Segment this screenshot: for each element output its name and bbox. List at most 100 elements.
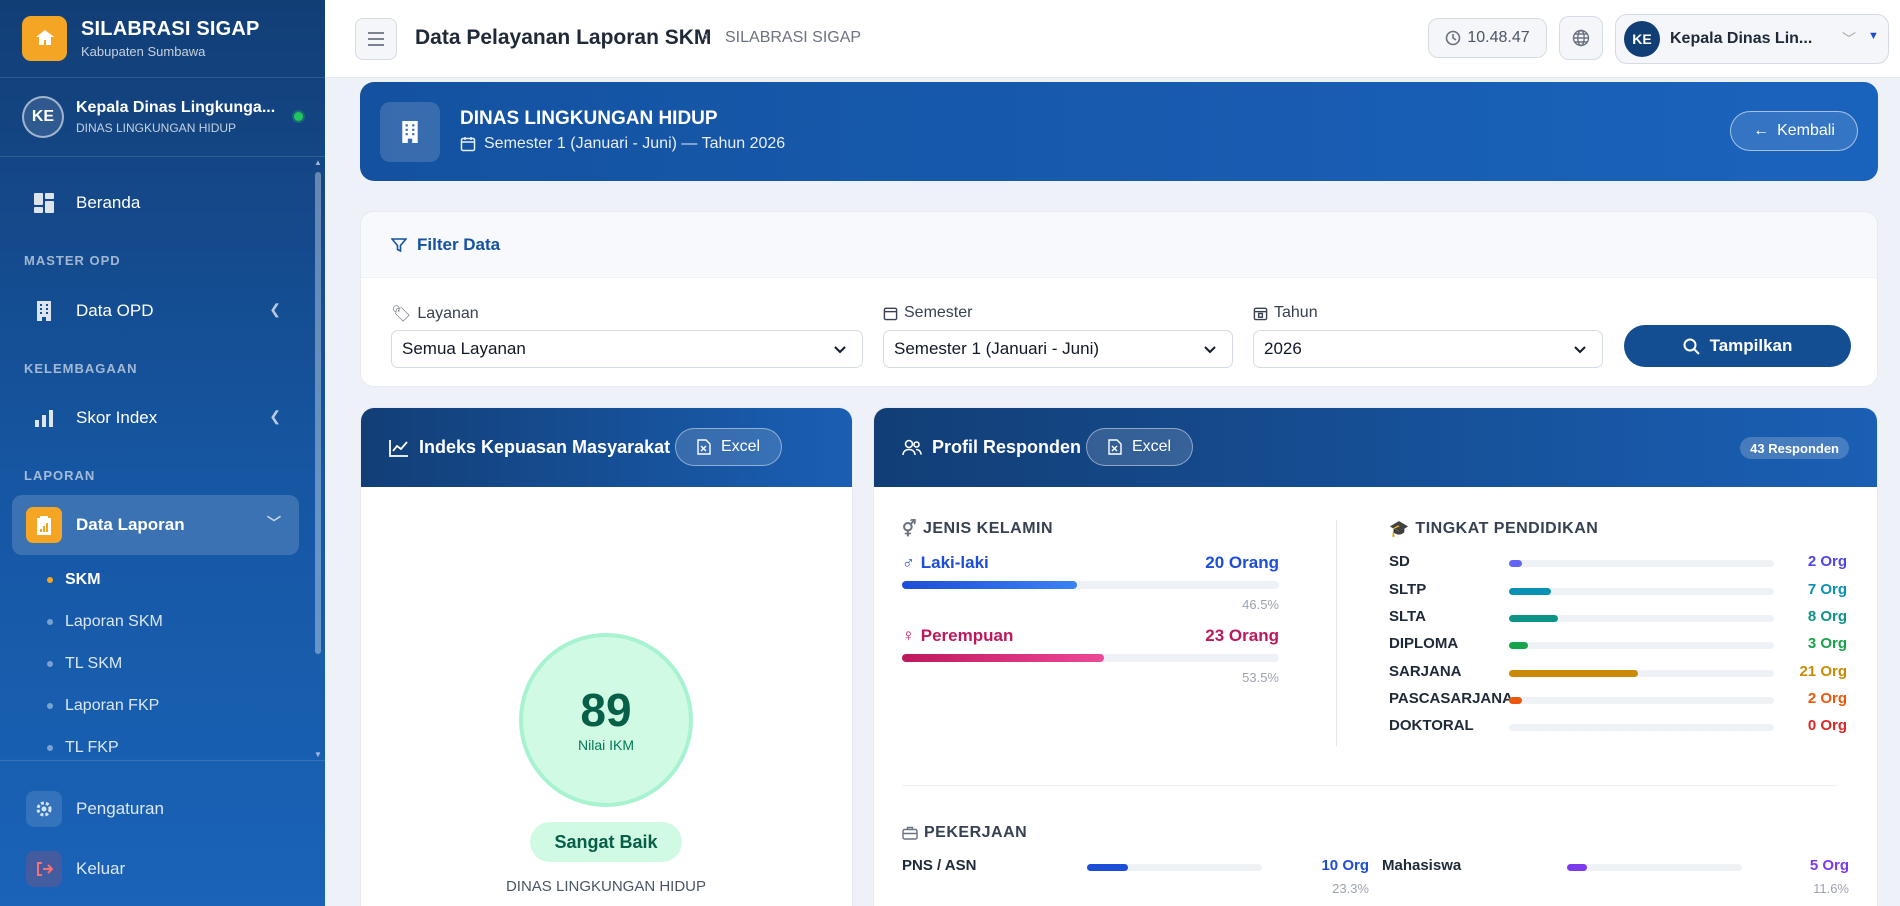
scroll-down-icon[interactable]: ▼ <box>314 750 322 759</box>
male-icon: ♂ <box>902 553 915 572</box>
home-hand-icon <box>22 16 67 61</box>
gear-icon <box>26 791 62 827</box>
caret-down-icon: ▼ <box>1868 30 1879 42</box>
education-row: SLTP 7 Org <box>1389 581 1847 598</box>
clock-time: 10.48.47 <box>1467 29 1530 46</box>
clock-icon <box>1446 30 1461 46</box>
building-icon <box>380 102 440 162</box>
tahun-label: Tahun <box>1253 304 1318 322</box>
chevron-right-icon: › <box>703 28 709 45</box>
gender-row-male: ♂ Laki-laki 20 Orang 46.5% <box>902 553 1279 613</box>
opd-banner: DINAS LINGKUNGAN HIDUP Semester 1 (Janua… <box>360 82 1878 181</box>
ikm-category-badge: Sangat Baik <box>530 822 682 862</box>
page-title: Data Pelayanan Laporan SKM <box>415 26 712 49</box>
sidebar-item-skor-index[interactable]: Skor Index ❮ <box>12 388 299 448</box>
logout-icon <box>26 851 62 887</box>
job-row: Mahasiswa 5 Org 11.6% <box>1382 857 1849 896</box>
settings-link[interactable]: Pengaturan <box>26 791 164 827</box>
logout-label: Keluar <box>76 859 126 878</box>
building-icon <box>32 299 56 323</box>
back-button[interactable]: ← Kembali <box>1730 111 1858 151</box>
search-icon <box>1683 338 1700 355</box>
breadcrumb[interactable]: SILABRASI SIGAP <box>725 29 861 47</box>
education-bar <box>1509 670 1639 677</box>
ikm-excel-button[interactable]: Excel <box>675 428 782 466</box>
ikm-score-circle: 89 Nilai IKM <box>519 633 693 807</box>
profil-excel-button[interactable]: Excel <box>1086 428 1193 466</box>
brand-title: SILABRASI SIGAP <box>81 18 260 40</box>
column-divider <box>1336 520 1337 746</box>
gender-icon: ⚥ <box>902 521 917 538</box>
layanan-select[interactable]: Semua Layanan <box>391 330 863 368</box>
gender-track <box>902 654 1279 662</box>
chevron-down-icon <box>1574 346 1586 354</box>
language-button[interactable] <box>1559 16 1603 60</box>
profil-body: ⚥ JENIS KELAMIN ♂ Laki-laki 20 Orang 46.5%… <box>874 487 1877 906</box>
calendar-icon <box>883 307 898 320</box>
top-header: Data Pelayanan Laporan SKM › SILABRASI S… <box>325 0 1900 78</box>
user-menu-button[interactable]: KE Kepala Dinas Lin... ﹀ ▼ <box>1615 14 1889 64</box>
sidebar-item-data-laporan[interactable]: Data Laporan ﹀ <box>12 495 299 555</box>
user-menu-name: Kepala Dinas Lin... <box>1670 30 1813 47</box>
profil-card-title: Profil Responden <box>902 437 1081 458</box>
sidebar-subitem-laporan-fkp[interactable]: Laporan FKP <box>47 697 159 715</box>
profil-card-header: Profil Responden Excel 43 Responden <box>874 408 1877 487</box>
filter-title: Filter Data <box>417 234 501 254</box>
globe-icon <box>1572 29 1590 47</box>
online-status-dot <box>294 112 303 121</box>
brand: SILABRASI SIGAP Kabupaten Sumbawa <box>0 0 325 78</box>
job-bar <box>1567 864 1588 871</box>
ikm-value-label: Nilai IKM <box>577 737 634 753</box>
sidebar-item-data-opd[interactable]: Data OPD ❮ <box>12 281 299 341</box>
calendar-icon <box>460 137 476 152</box>
sidebar-subitem-tl-fkp[interactable]: TL FKP <box>47 739 119 757</box>
scrollbar-thumb[interactable] <box>315 172 321 654</box>
gender-value: 23 Orang <box>1205 626 1279 645</box>
brand-subtitle: Kabupaten Sumbawa <box>81 44 206 59</box>
education-row: DIPLOMA 3 Org <box>1389 635 1847 652</box>
sidebar-subitem-laporan-skm[interactable]: Laporan SKM <box>47 613 163 631</box>
sidebar-user[interactable]: KE Kepala Dinas Lingkunga... DINAS LINGK… <box>0 78 325 157</box>
chevron-down-icon: ﹀ <box>1842 31 1856 47</box>
chevron-down-icon <box>834 346 846 354</box>
avatar: KE <box>22 96 64 138</box>
menu-toggle-button[interactable] <box>355 18 397 60</box>
semester-label: Semester <box>883 304 972 322</box>
calendar-date-icon <box>1253 307 1268 320</box>
briefcase-icon <box>902 826 918 840</box>
tag-icon: 🏷 <box>391 306 412 323</box>
responden-count-badge: 43 Responden <box>1740 437 1849 459</box>
ikm-card: Indeks Kepuasan Masyarakat Excel 89 Nila… <box>360 407 853 906</box>
sidebar-item-label: Data OPD <box>76 301 154 320</box>
gender-section-title: ⚥ JENIS KELAMIN <box>902 520 1054 538</box>
sidebar-subitem-skm[interactable]: SKM <box>47 571 101 589</box>
semester-select[interactable]: Semester 1 (Januari - Juni) <box>883 330 1233 368</box>
avatar: KE <box>1624 21 1660 57</box>
tahun-select[interactable]: 2026 <box>1253 330 1603 368</box>
filter-header: Filter Data <box>361 212 1877 278</box>
ikm-org-name: DINAS LINGKUNGAN HIDUP <box>505 878 707 895</box>
tampilkan-button[interactable]: Tampilkan <box>1624 325 1851 367</box>
sidebar-item-label: Skor Index <box>76 408 158 427</box>
sidebar-scrollbar[interactable]: ▲ ▼ <box>314 158 322 760</box>
education-row: SD 2 Org <box>1389 553 1847 570</box>
education-bar <box>1509 560 1523 567</box>
users-icon <box>902 439 922 455</box>
graduation-cap-icon: 🎓 <box>1389 521 1410 538</box>
gender-value: 20 Orang <box>1205 553 1279 572</box>
sidebar-subitem-tl-skm[interactable]: TL SKM <box>47 655 122 673</box>
clock-display: 10.48.47 <box>1428 18 1547 58</box>
scroll-up-icon[interactable]: ▲ <box>314 158 322 167</box>
ikm-card-title: Indeks Kepuasan Masyarakat <box>389 437 670 458</box>
logout-link[interactable]: Keluar <box>26 851 125 887</box>
sidebar-item-beranda[interactable]: Beranda <box>12 173 299 233</box>
sidebar-item-label: Beranda <box>76 193 141 212</box>
filter-icon <box>391 237 407 252</box>
section-laporan: LAPORAN <box>24 468 96 483</box>
gender-bar-male <box>902 581 1078 589</box>
banner-subtitle: Semester 1 (Januari - Juni) — Tahun 2026 <box>460 135 785 153</box>
ikm-card-header: Indeks Kepuasan Masyarakat Excel <box>361 408 852 487</box>
clipboard-chart-icon <box>26 507 62 543</box>
gender-track <box>902 581 1279 589</box>
gender-row-female: ♀ Perempuan 23 Orang 53.5% <box>902 626 1279 686</box>
